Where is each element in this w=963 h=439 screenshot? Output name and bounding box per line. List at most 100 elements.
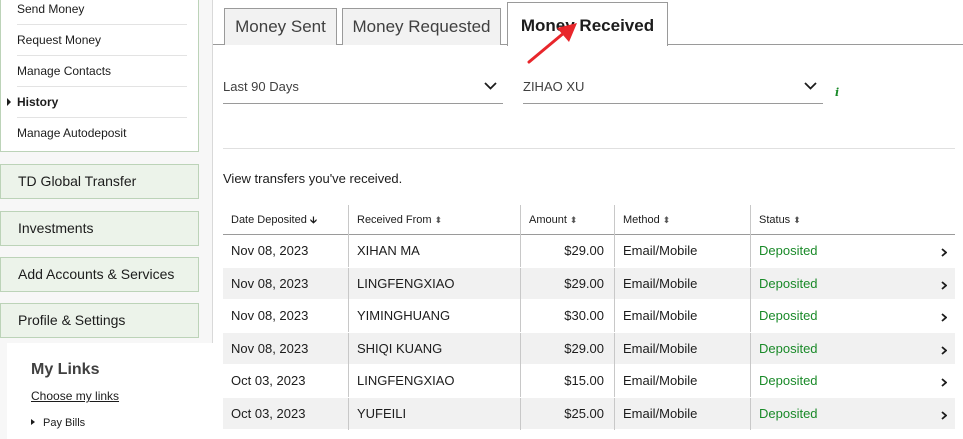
tab-money-received[interactable]: Money Received (507, 2, 668, 46)
section-divider (223, 148, 955, 149)
send-money-submenu: Send Money Request Money Manage Contacts… (0, 0, 199, 152)
bullet-icon (31, 419, 35, 425)
cell-date: Nov 08, 2023 (231, 340, 309, 356)
column-header-date-deposited[interactable]: Date Deposited 🡳 (223, 205, 348, 235)
sort-descending-icon: 🡳 (309, 215, 318, 226)
period-select-value: Last 90 Days (223, 79, 299, 94)
cell-date: Nov 08, 2023 (231, 308, 309, 323)
cell-status: Deposited (750, 397, 955, 430)
nav-section-add-accounts[interactable]: Add Accounts & Services (0, 257, 199, 292)
chevron-right-icon[interactable] (941, 410, 947, 420)
cell-status: Deposited (750, 267, 955, 300)
cell-date: Oct 03, 2023 (231, 373, 306, 388)
nav-section-label: TD Global Transfer (18, 173, 137, 189)
info-icon[interactable]: i (835, 86, 839, 99)
cell-method: Email/Mobile (614, 267, 750, 300)
nav-section-td-global-transfer[interactable]: TD Global Transfer (0, 164, 199, 199)
my-links-item-label: Pay Bills (43, 417, 86, 429)
cell-method: Email/Mobile (614, 397, 750, 430)
cell-amount: $29.00 (520, 267, 614, 300)
nav-section-label: Profile & Settings (18, 312, 126, 328)
submenu-item-send-money[interactable]: Send Money (17, 0, 187, 25)
sidebar: Send Money Request Money Manage Contacts… (0, 0, 213, 439)
column-header-label: Received From (357, 214, 432, 226)
cell-date: Oct 03, 2023 (231, 405, 306, 421)
recipient-select-value: ZIHAO XU (523, 79, 585, 94)
cell-date: Nov 08, 2023 (231, 243, 309, 258)
choose-my-links-link[interactable]: Choose my links (31, 389, 119, 403)
sort-icon: ⬍ (793, 215, 801, 225)
column-header-method[interactable]: Method ⬍ (614, 205, 750, 235)
chevron-down-icon (484, 82, 497, 90)
submenu-item-manage-contacts[interactable]: Manage Contacts (17, 56, 187, 87)
column-header-label: Method (623, 214, 660, 226)
nav-section-label: Investments (18, 220, 94, 236)
cell-amount: $25.00 (520, 397, 614, 430)
cell-status: Deposited (750, 235, 955, 267)
tab-label: Money Requested (352, 17, 491, 36)
submenu-item-manage-autodeposit[interactable]: Manage Autodeposit (17, 118, 187, 149)
chevron-right-icon[interactable] (941, 280, 947, 290)
tab-label: Money Sent (235, 17, 326, 36)
my-links-title: My Links (31, 361, 100, 378)
cell-status: Deposited (750, 332, 955, 365)
submenu-item-label: Send Money (17, 2, 85, 16)
table-row[interactable]: Nov 08, 2023 XIHAN MA $29.00 Email/Mobil… (223, 235, 955, 268)
cell-from: YIMINGHUANG (348, 300, 520, 332)
column-header-label: Status (759, 214, 791, 226)
cell-from: LINGFENGXIAO (348, 365, 520, 397)
column-header-label: Amount (529, 214, 567, 226)
cell-amount: $29.00 (520, 332, 614, 365)
sort-icon: ⬍ (434, 215, 443, 225)
nav-section-profile-settings[interactable]: Profile & Settings (0, 303, 199, 338)
cell-method: Email/Mobile (614, 235, 750, 267)
chevron-down-icon (804, 82, 817, 90)
submenu-item-request-money[interactable]: Request Money (17, 25, 187, 56)
recipient-select[interactable]: ZIHAO XU (523, 70, 823, 104)
cell-from: SHIQI KUANG (348, 332, 520, 365)
cell-amount: $30.00 (520, 300, 614, 332)
cell-from: LINGFENGXIAO (348, 267, 520, 300)
my-links-item-pay-bills[interactable]: Pay Bills (31, 417, 85, 429)
history-tabs: Money Sent Money Requested Money Receive… (213, 0, 963, 46)
submenu-item-label: History (17, 95, 59, 109)
table-header: Date Deposited 🡳 Received From ⬍ Amount ⬍ M… (223, 205, 955, 235)
column-header-status[interactable]: Status ⬍ (750, 205, 955, 235)
table-row[interactable]: Nov 08, 2023 LINGFENGXIAO $29.00 Email/M… (223, 267, 955, 300)
table-row[interactable]: Nov 08, 2023 YIMINGHUANG $30.00 Email/Mo… (223, 300, 955, 333)
cell-status: Deposited (750, 300, 955, 332)
submenu-item-label: Manage Autodeposit (17, 126, 127, 140)
cell-method: Email/Mobile (614, 365, 750, 397)
chevron-right-icon[interactable] (941, 248, 947, 257)
intro-text: View transfers you've received. (223, 171, 403, 186)
column-header-received-from[interactable]: Received From ⬍ (348, 205, 520, 235)
cell-method: Email/Mobile (614, 300, 750, 332)
sort-icon: ⬍ (569, 215, 578, 225)
submenu-item-label: Manage Contacts (17, 64, 112, 78)
active-marker-icon (7, 98, 11, 106)
submenu-item-history[interactable]: History (7, 87, 187, 118)
period-select[interactable]: Last 90 Days (223, 70, 503, 104)
column-header-label: Date Deposited (231, 214, 307, 226)
tab-label: Money Received (520, 16, 655, 35)
chevron-right-icon[interactable] (941, 378, 947, 387)
cell-from: XIHAN MA (348, 235, 520, 267)
chevron-right-icon[interactable] (941, 345, 947, 355)
tab-money-requested[interactable]: Money Requested (342, 8, 501, 45)
chevron-right-icon[interactable] (941, 313, 947, 322)
cell-from: YUFEILI (348, 397, 520, 430)
my-links-panel: My Links Choose my links Pay Bills (7, 343, 213, 439)
submenu-item-label: Request Money (17, 33, 102, 47)
transfers-table: Date Deposited 🡳 Received From ⬍ Amount ⬍ M… (223, 205, 955, 430)
sort-icon: ⬍ (662, 215, 671, 225)
nav-section-label: Add Accounts & Services (18, 266, 175, 282)
cell-status: Deposited (750, 365, 955, 397)
table-row[interactable]: Nov 08, 2023 SHIQI KUANG $29.00 Email/Mo… (223, 332, 955, 365)
column-header-amount[interactable]: Amount ⬍ (520, 205, 614, 235)
table-row[interactable]: Oct 03, 2023 LINGFENGXIAO $15.00 Email/M… (223, 365, 955, 398)
tab-money-sent[interactable]: Money Sent (224, 8, 337, 45)
table-row[interactable]: Oct 03, 2023 YUFEILI $25.00 Email/Mobile… (223, 397, 955, 430)
nav-section-investments[interactable]: Investments (0, 211, 199, 246)
cell-method: Email/Mobile (614, 332, 750, 365)
cell-date: Nov 08, 2023 (231, 275, 309, 291)
